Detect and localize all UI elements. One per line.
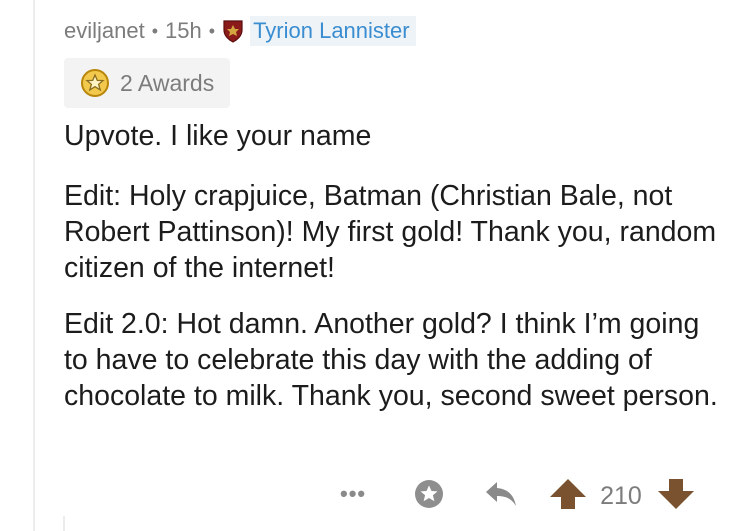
comment-paragraph: Edit 2.0: Hot damn. Another gold? I thin… xyxy=(64,308,718,412)
comment-meta: eviljanet • 15h • Tyrion Lannister xyxy=(64,12,724,50)
lannister-shield-icon xyxy=(222,19,244,43)
comment-thread-line[interactable] xyxy=(33,0,35,531)
awards-chip[interactable]: 2 Awards xyxy=(64,58,231,108)
give-award-icon[interactable] xyxy=(412,477,446,516)
vote-score: 210 xyxy=(600,481,642,510)
comment-paragraph: Upvote. I like your name xyxy=(64,120,372,152)
awards-count: 2 Awards xyxy=(120,69,215,96)
username[interactable]: eviljanet xyxy=(64,18,145,44)
silver-award-icon xyxy=(80,68,110,98)
comment-actions: ••• 210 xyxy=(340,474,696,518)
comment-age[interactable]: 15h xyxy=(165,18,202,44)
reply-icon[interactable] xyxy=(484,479,518,514)
comment-paragraph: Edit: Holy crapjuice, Batman (Christian … xyxy=(64,180,717,284)
comment: eviljanet • 15h • Tyrion Lannister 2 Awa… xyxy=(64,12,724,414)
upvote-icon[interactable] xyxy=(548,477,588,516)
downvote-icon[interactable] xyxy=(656,477,696,516)
meta-separator: • xyxy=(208,20,216,41)
user-flair: Tyrion Lannister xyxy=(250,16,416,46)
more-options-button[interactable]: ••• xyxy=(340,483,366,505)
comment-body: Upvote. I like your name Edit: Holy crap… xyxy=(64,118,724,414)
child-thread-line xyxy=(63,516,65,531)
meta-separator: • xyxy=(151,20,159,41)
